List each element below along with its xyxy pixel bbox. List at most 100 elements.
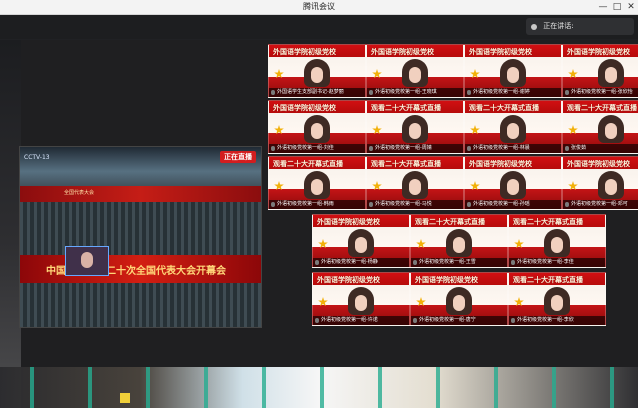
participant-tile[interactable]: 外国语学院初级党校 外语初级党校第一组-谢婷 xyxy=(464,44,562,98)
participant-face xyxy=(453,237,465,253)
mic-icon xyxy=(565,202,569,207)
participant-name: 外语初级党校第一组-唐宁 xyxy=(419,317,476,323)
mic-icon xyxy=(369,146,373,151)
mic-icon xyxy=(369,202,373,207)
participant-name: 外语初级党校第一组-张欣怡 xyxy=(571,89,633,95)
participant-nameplate: 外语初级党校第一组-韩雨 xyxy=(269,200,365,209)
star-icon xyxy=(514,239,524,249)
participant-tile[interactable]: 外国语学院初级党校 外语初级党校第一组-刘佳 xyxy=(268,100,366,154)
mic-icon xyxy=(565,146,569,151)
participant-name: 外语初级党校第一组-林晨 xyxy=(473,145,530,151)
participant-tile[interactable]: 外国语学院初级党校 外语初级党校第一组-许诺 xyxy=(312,272,410,326)
tile-banner-text: 外国语学院初级党校 xyxy=(371,48,434,56)
participant-tile[interactable]: 外国语学院初级党校 外国语学生支部副书记-赵梦丽 xyxy=(268,44,366,98)
star-icon xyxy=(372,125,382,135)
participant-tile[interactable]: 观看二十大开幕式直播 外语初级党校第一组-林晨 xyxy=(464,100,562,154)
mic-icon xyxy=(271,90,275,95)
participant-tile[interactable]: 观看二十大开幕式直播 外语初级党校第一组-马悦 xyxy=(366,156,464,210)
participant-face xyxy=(311,179,323,195)
mic-icon xyxy=(467,202,471,207)
participant-tile[interactable]: 外国语学院初级党校 外语初级党校第一组-唐宁 xyxy=(410,272,508,326)
window-title: 腾讯会议 xyxy=(303,2,335,11)
participant-name: 外语初级党校第一组-周婧 xyxy=(375,145,432,151)
participant-face xyxy=(409,67,421,83)
participant-tile[interactable]: 外国语学院初级党校外语初级党校第一组-王晓琪 xyxy=(366,44,464,98)
participant-name: 外语初级党校第一组-谢婷 xyxy=(473,89,530,95)
participant-face xyxy=(605,67,617,83)
participant-nameplate: 外语初级党校第一组-王晓琪 xyxy=(367,88,463,97)
tile-banner-text: 观看二十大开幕式直播 xyxy=(513,276,583,284)
participant-face xyxy=(311,67,323,83)
mic-icon xyxy=(467,90,471,95)
mic-icon xyxy=(369,90,373,95)
participant-nameplate: 外语初级党校第一组-林晨 xyxy=(465,144,561,153)
participant-nameplate: 外语初级党校第一组-杨静 xyxy=(313,258,409,267)
participant-tile[interactable]: 观看二十大开幕式直播 张俊茹 xyxy=(562,100,638,154)
participant-nameplate: 外语初级党校第一组-邓可 xyxy=(563,200,638,209)
participant-tile[interactable]: 外国语学院初级党校 外语初级党校第一组-杨静 xyxy=(312,214,410,268)
participant-face xyxy=(551,237,563,253)
participant-name: 外语初级党校第一组-邓可 xyxy=(571,201,628,207)
participant-name: 外语初级党校第一组-王雪 xyxy=(419,259,476,265)
participant-tile[interactable]: 观看二十大开幕式直播 外语初级党校第一组-李欣 xyxy=(508,272,606,326)
participant-tile[interactable]: 外国语学院初级党校 外语初级党校第一组-孙瑶 xyxy=(464,156,562,210)
participant-face xyxy=(409,123,421,139)
participant-nameplate: 张俊茹 xyxy=(563,144,638,153)
participant-nameplate: 外语初级党校第一组-马悦 xyxy=(367,200,463,209)
participant-face xyxy=(355,237,367,253)
maximize-button[interactable]: □ xyxy=(610,0,624,14)
tile-banner-text: 外国语学院初级党校 xyxy=(415,276,478,284)
star-icon xyxy=(372,69,382,79)
participant-name: 外语初级党校第一组-李佳 xyxy=(517,259,574,265)
title-bar: 腾讯会议 — □ ✕ xyxy=(0,0,638,15)
participant-name: 外语初级党校第一组-马悦 xyxy=(375,201,432,207)
tile-banner-text: 观看二十大开幕式直播 xyxy=(469,104,539,112)
participant-name: 外国语学生支部副书记-赵梦丽 xyxy=(277,89,344,95)
star-icon xyxy=(416,239,426,249)
tile-banner-text: 外国语学院初级党校 xyxy=(469,160,532,168)
participant-tile[interactable]: 观看二十大开幕式直播 外语初级党校第一组-王雪 xyxy=(410,214,508,268)
participant-nameplate: 外国语学生支部副书记-赵梦丽 xyxy=(269,88,365,97)
tile-banner-text: 观看二十大开幕式直播 xyxy=(513,218,583,226)
tile-banner-text: 观看二十大开幕式直播 xyxy=(273,160,343,168)
mic-icon xyxy=(413,260,417,265)
tv-logo: CCTV-13 xyxy=(24,154,50,161)
speaking-label: 正在讲话: xyxy=(543,22,574,30)
participant-name: 外语初级党校第一组-王晓琪 xyxy=(375,89,437,95)
bottom-video-overlay xyxy=(0,367,638,408)
participant-face xyxy=(507,179,519,195)
participant-nameplate: 外语初级党校第一组-张欣怡 xyxy=(563,88,638,97)
star-icon xyxy=(372,181,382,191)
star-icon xyxy=(274,125,284,135)
participant-face xyxy=(409,179,421,195)
participant-tile[interactable]: 观看二十大开幕式直播 外语初级党校第一组-周婧 xyxy=(366,100,464,154)
video-gallery: 外国语学院初级党校 外国语学生支部副书记-赵梦丽 外国语学院初级党校 外语初级党校第… xyxy=(0,40,638,408)
mic-icon xyxy=(315,318,319,323)
participant-nameplate: 外语初级党校第一组-许诺 xyxy=(313,316,409,325)
shared-screen[interactable]: 全国代表大会 中国共产党第二十次全国代表大会开幕会 CCTV-13 正在直播 xyxy=(19,146,262,328)
star-icon xyxy=(470,181,480,191)
close-button[interactable]: ✕ xyxy=(624,0,638,14)
participant-tile[interactable]: 观看二十大开幕式直播 外语初级党校第一组-李佳 xyxy=(508,214,606,268)
participant-face xyxy=(507,123,519,139)
participant-tile[interactable]: 外国语学院初级党校 外语初级党校第一组-张欣怡 xyxy=(562,44,638,98)
star-icon xyxy=(416,297,426,307)
tile-banner-text: 观看二十大开幕式直播 xyxy=(371,160,441,168)
tile-banner-text: 外国语学院初级党校 xyxy=(273,104,336,112)
participant-name: 外语初级党校第一组-许诺 xyxy=(321,317,378,323)
mic-icon xyxy=(511,260,515,265)
participant-face xyxy=(355,295,367,311)
reaction-icon xyxy=(120,393,130,403)
star-icon xyxy=(274,69,284,79)
tile-banner-text: 外国语学院初级党校 xyxy=(317,276,380,284)
mic-icon xyxy=(413,318,417,323)
mic-icon xyxy=(271,146,275,151)
person-icon xyxy=(531,23,537,30)
star-icon xyxy=(568,181,578,191)
star-icon xyxy=(470,69,480,79)
star-icon xyxy=(274,181,284,191)
star-icon xyxy=(318,297,328,307)
participant-tile[interactable]: 观看二十大开幕式直播外语初级党校第一组-韩雨 xyxy=(268,156,366,210)
minimize-button[interactable]: — xyxy=(596,0,610,14)
participant-tile[interactable]: 外国语学院初级党校 外语初级党校第一组-邓可 xyxy=(562,156,638,210)
